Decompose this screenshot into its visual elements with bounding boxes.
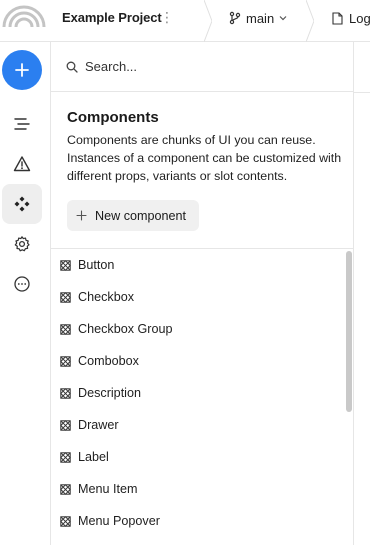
list-item[interactable]: Menu Item	[51, 473, 343, 505]
breadcrumb-separator	[306, 0, 314, 42]
list-item[interactable]: Checkbox Group	[51, 313, 343, 345]
new-component-label: New component	[95, 208, 187, 223]
list-item-label: Description	[78, 386, 141, 400]
list-item[interactable]: Label	[51, 441, 343, 473]
tab-log[interactable]: Log	[332, 9, 370, 27]
list-item[interactable]: Combobox	[51, 345, 343, 377]
list-item-label: Menu Popover	[78, 514, 160, 528]
rail-item-warnings[interactable]	[2, 144, 42, 184]
list-item[interactable]: Button	[51, 249, 343, 281]
tab-log-label: Log	[349, 10, 370, 26]
component-icon	[60, 483, 71, 495]
warning-icon	[13, 156, 31, 172]
branch-selector[interactable]: main	[228, 9, 288, 27]
chevron-down-icon	[279, 16, 287, 21]
file-icon	[332, 11, 343, 25]
section-description: Components are chunks of UI you can reus…	[67, 133, 342, 183]
component-icon	[60, 323, 71, 335]
git-branch-icon	[229, 11, 241, 25]
components-panel: Components Components are chunks of UI y…	[51, 42, 353, 545]
scrollbar[interactable]	[345, 249, 353, 545]
search-bar	[51, 42, 353, 92]
component-icon	[60, 419, 71, 431]
component-icon	[60, 259, 71, 271]
list-icon	[14, 118, 30, 130]
list-item-label: Button	[78, 258, 115, 272]
list-item-label: Drawer	[78, 418, 119, 432]
section-title: Components	[67, 109, 159, 126]
component-icon	[60, 451, 71, 463]
canvas-area	[354, 42, 370, 545]
components-icon	[14, 196, 30, 212]
plus-icon	[15, 63, 29, 77]
rail-item-more[interactable]	[2, 264, 42, 304]
branch-label: main	[246, 10, 275, 26]
more-horizontal-icon	[14, 276, 30, 292]
search-input[interactable]	[85, 59, 325, 74]
component-icon	[60, 291, 71, 303]
left-rail	[0, 42, 46, 545]
breadcrumb-separator	[204, 0, 212, 42]
list-item[interactable]: Description	[51, 377, 343, 409]
logo-icon	[2, 5, 46, 27]
plus-icon	[76, 210, 87, 221]
more-vertical-icon[interactable]: ⋮	[160, 8, 174, 26]
rail-item-components[interactable]	[2, 184, 42, 224]
search-icon	[66, 61, 78, 73]
top-bar: Example Project ⋮ main Log	[0, 0, 370, 42]
component-icon	[60, 515, 71, 527]
list-item-label: Combobox	[78, 354, 139, 368]
component-list: Button Checkbox Checkbox Group Combobox Desc…	[51, 249, 343, 545]
scrollbar-thumb[interactable]	[346, 251, 352, 412]
component-icon	[60, 355, 71, 367]
list-item-label: Checkbox	[78, 290, 135, 304]
add-button[interactable]	[2, 50, 42, 90]
new-component-button[interactable]: New component	[67, 200, 199, 231]
list-item[interactable]: Checkbox	[51, 281, 343, 313]
project-name[interactable]: Example Project	[62, 10, 162, 25]
list-item-label: Checkbox Group	[78, 322, 173, 336]
list-item-label: Menu Item	[78, 482, 138, 496]
rail-item-settings[interactable]	[2, 224, 42, 264]
list-item-label: Label	[78, 450, 109, 464]
rail-item-layers[interactable]	[2, 104, 42, 144]
component-icon	[60, 387, 71, 399]
gear-icon	[14, 236, 30, 252]
list-item[interactable]: Menu Popover	[51, 505, 343, 537]
list-item[interactable]: Drawer	[51, 409, 343, 441]
